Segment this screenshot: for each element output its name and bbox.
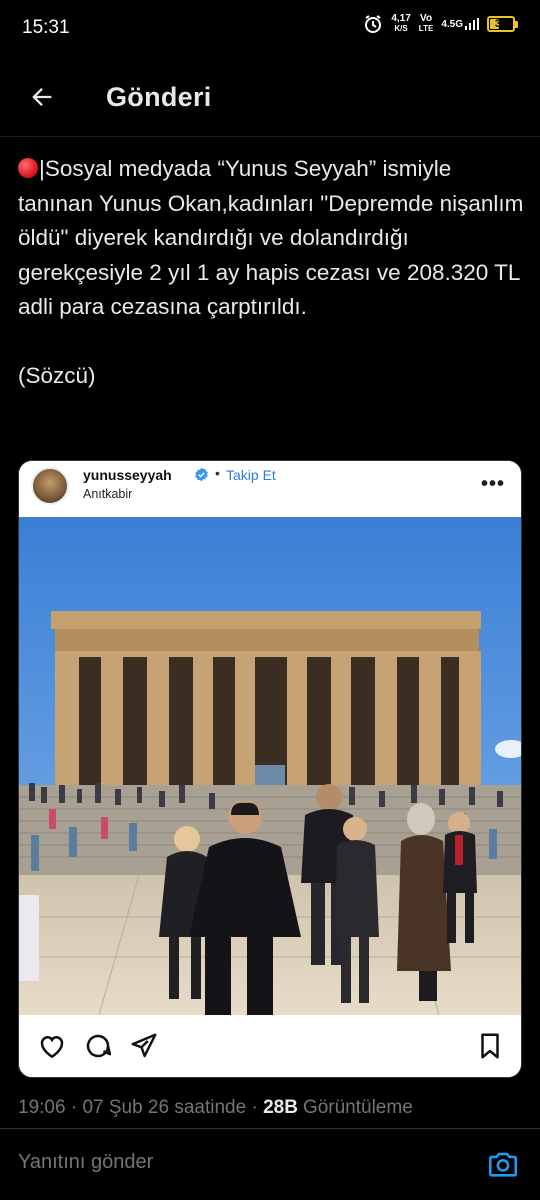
tweet-text: |Sosyal medyada “Yunus Seyyah” ismiyle t… — [18, 152, 528, 394]
meta-separator-2: · — [251, 1097, 258, 1118]
more-options-icon[interactable]: ••• — [481, 473, 505, 496]
camera-icon[interactable] — [486, 1147, 520, 1181]
post-username[interactable]: yunusseyyah — [83, 467, 172, 483]
speed-value: 4,17 — [391, 13, 411, 24]
follow-button[interactable]: Takip Et — [226, 467, 276, 483]
red-circle-icon — [18, 158, 38, 178]
back-button[interactable] — [20, 75, 64, 119]
instagram-post-actions — [19, 1015, 521, 1077]
tweet-time[interactable]: 19:06 — [18, 1097, 66, 1119]
page-title: Gönderi — [106, 81, 212, 112]
embedded-media[interactable]: yunusseyyah • Takip Et Anıtkabir ••• — [18, 460, 522, 1078]
status-bar: 15:31 4,17 K/S Vo LTE 4.5G 37 — [0, 0, 540, 56]
share-icon[interactable] — [129, 1031, 159, 1061]
signal-icon — [465, 18, 479, 30]
status-icons: 4,17 K/S Vo LTE 4.5G 37 — [363, 14, 518, 34]
views-label: Görüntüleme — [302, 1097, 413, 1118]
header-divider — [0, 136, 540, 137]
battery-level: 37 — [494, 18, 508, 30]
alarm-icon — [365, 15, 382, 33]
network-speed: 4,17 K/S — [391, 14, 410, 34]
reply-bar: Yanıtını gönder — [0, 1129, 540, 1200]
network-type: 4.5G — [441, 18, 479, 30]
arrow-left-icon — [32, 88, 52, 106]
views-count[interactable]: 28B — [263, 1097, 298, 1119]
battery-icon: 37 — [487, 16, 518, 32]
meta-separator: · — [70, 1097, 78, 1118]
separator-dot: • — [215, 465, 220, 481]
post-location[interactable]: Anıtkabir — [83, 487, 132, 501]
instagram-post-header: yunusseyyah • Takip Et Anıtkabir ••• — [19, 461, 521, 516]
tweet-meta: 19:06 · 07 Şub 26 saatinde · 28B Görüntül… — [18, 1097, 413, 1119]
avatar[interactable] — [31, 467, 69, 505]
volte-indicator: Vo LTE — [419, 14, 434, 34]
volte-bottom: LTE — [418, 24, 434, 33]
app-header: Gönderi — [0, 62, 540, 132]
comment-icon[interactable] — [83, 1031, 113, 1061]
heart-icon[interactable] — [37, 1031, 67, 1061]
verified-badge-icon — [195, 467, 208, 482]
bookmark-icon[interactable] — [475, 1031, 505, 1061]
tweet-date[interactable]: 07 Şub 26 saatinde — [82, 1097, 246, 1119]
post-photo[interactable] — [19, 517, 522, 1015]
volte-top: Vo — [420, 13, 433, 24]
speed-unit: K/S — [394, 24, 408, 33]
tweet-body: |Sosyal medyada “Yunus Seyyah” ismiyle t… — [18, 156, 524, 388]
network-label: 4.5G — [441, 19, 463, 30]
status-time: 15:31 — [22, 17, 70, 38]
reply-input[interactable]: Yanıtını gönder — [18, 1151, 153, 1174]
